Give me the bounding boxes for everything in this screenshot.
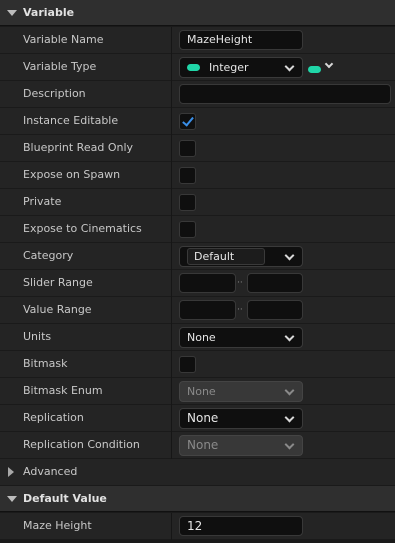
replication-condition-value: None: [187, 438, 219, 452]
row-units: Units None: [0, 324, 395, 351]
range-separator: ··: [237, 278, 243, 288]
blueprint-read-only-label: Blueprint Read Only: [23, 141, 134, 154]
column-divider[interactable]: [171, 297, 172, 324]
private-label: Private: [23, 195, 62, 208]
container-type-dropdown[interactable]: [306, 59, 336, 76]
expose-to-cinematics-label: Expose to Cinematics: [23, 222, 142, 235]
replication-value: None: [187, 411, 219, 425]
column-divider[interactable]: [171, 189, 172, 216]
variable-type-dropdown[interactable]: Integer: [179, 57, 303, 78]
category-combo[interactable]: Default: [179, 246, 303, 267]
expand-arrow-icon: [8, 467, 14, 477]
row-expose-on-spawn: Expose on Spawn: [0, 162, 395, 189]
column-divider[interactable]: [171, 216, 172, 243]
replication-dropdown[interactable]: None: [179, 408, 303, 429]
section-title: Default Value: [23, 492, 107, 505]
row-blueprint-read-only: Blueprint Read Only: [0, 135, 395, 162]
bitmask-enum-dropdown: None: [179, 381, 303, 402]
chevron-down-icon: [284, 412, 295, 423]
range-separator: ··: [237, 305, 243, 315]
slider-range-label: Slider Range: [23, 276, 93, 289]
category-input[interactable]: Default: [187, 248, 265, 265]
column-divider[interactable]: [171, 378, 172, 405]
variable-name-label: Variable Name: [23, 33, 104, 46]
row-private: Private: [0, 189, 395, 216]
value-range-max-input[interactable]: [247, 300, 303, 320]
bitmask-enum-label: Bitmask Enum: [23, 384, 103, 397]
units-value: None: [187, 331, 216, 344]
row-maze-height: Maze Height 12: [0, 513, 395, 540]
value-range-label: Value Range: [23, 303, 92, 316]
column-divider[interactable]: [171, 513, 172, 540]
section-title: Variable: [23, 6, 75, 19]
value-range-min-input[interactable]: [179, 300, 236, 320]
instance-editable-label: Instance Editable: [23, 114, 119, 127]
row-bitmask: Bitmask: [0, 351, 395, 378]
category-label: Category: [23, 249, 74, 262]
collapse-arrow-icon: [7, 9, 17, 16]
row-variable-name: Variable Name MazeHeight: [0, 27, 395, 54]
units-dropdown[interactable]: None: [179, 327, 303, 348]
column-divider[interactable]: [171, 135, 172, 162]
row-description: Description: [0, 81, 395, 108]
column-divider[interactable]: [171, 27, 172, 54]
bitmask-checkbox[interactable]: [179, 356, 196, 373]
variable-name-input[interactable]: MazeHeight: [179, 30, 303, 50]
row-replication-condition: Replication Condition None: [0, 432, 395, 459]
column-divider[interactable]: [171, 108, 172, 135]
column-divider[interactable]: [171, 54, 172, 81]
column-divider[interactable]: [171, 405, 172, 432]
row-value-range: Value Range ··: [0, 297, 395, 324]
units-label: Units: [23, 330, 52, 343]
integer-pin-icon: [187, 63, 200, 71]
variable-type-value: Integer: [209, 61, 249, 74]
advanced-expander[interactable]: Advanced: [0, 459, 395, 486]
column-divider[interactable]: [171, 81, 172, 108]
row-slider-range: Slider Range ··: [0, 270, 395, 297]
row-variable-type: Variable Type Integer: [0, 54, 395, 81]
variable-section-header[interactable]: Variable: [0, 0, 395, 26]
maze-height-input[interactable]: 12: [179, 516, 303, 536]
chevron-down-icon: [284, 250, 295, 261]
column-divider[interactable]: [171, 243, 172, 270]
slider-range-min-input[interactable]: [179, 273, 236, 293]
chevron-down-icon: [324, 59, 334, 69]
single-variable-pin-icon: [308, 66, 321, 73]
expose-on-spawn-checkbox[interactable]: [179, 167, 196, 184]
description-input[interactable]: [179, 84, 391, 104]
row-category: Category Default: [0, 243, 395, 270]
instance-editable-checkbox[interactable]: [179, 113, 196, 130]
column-divider[interactable]: [171, 432, 172, 459]
row-expose-to-cinematics: Expose to Cinematics: [0, 216, 395, 243]
advanced-label: Advanced: [23, 465, 78, 478]
replication-condition-dropdown: None: [179, 435, 303, 456]
default-value-section-header[interactable]: Default Value: [0, 486, 395, 512]
replication-label: Replication: [23, 411, 84, 424]
expose-to-cinematics-checkbox[interactable]: [179, 221, 196, 238]
variable-type-label: Variable Type: [23, 60, 97, 73]
collapse-arrow-icon: [7, 495, 17, 502]
row-instance-editable: Instance Editable: [0, 108, 395, 135]
replication-condition-label: Replication Condition: [23, 438, 140, 451]
chevron-down-icon: [284, 331, 295, 342]
row-replication: Replication None: [0, 405, 395, 432]
chevron-down-icon: [284, 385, 295, 396]
bitmask-enum-value: None: [187, 385, 216, 398]
chevron-down-icon: [284, 439, 295, 450]
column-divider[interactable]: [171, 324, 172, 351]
maze-height-label: Maze Height: [23, 519, 92, 532]
blueprint-read-only-checkbox[interactable]: [179, 140, 196, 157]
expose-on-spawn-label: Expose on Spawn: [23, 168, 121, 181]
chevron-down-icon: [284, 61, 295, 72]
bitmask-label: Bitmask: [23, 357, 68, 370]
row-bitmask-enum: Bitmask Enum None: [0, 378, 395, 405]
column-divider[interactable]: [171, 162, 172, 189]
column-divider[interactable]: [171, 351, 172, 378]
description-label: Description: [23, 87, 86, 100]
private-checkbox[interactable]: [179, 194, 196, 211]
column-divider[interactable]: [171, 270, 172, 297]
slider-range-max-input[interactable]: [247, 273, 303, 293]
